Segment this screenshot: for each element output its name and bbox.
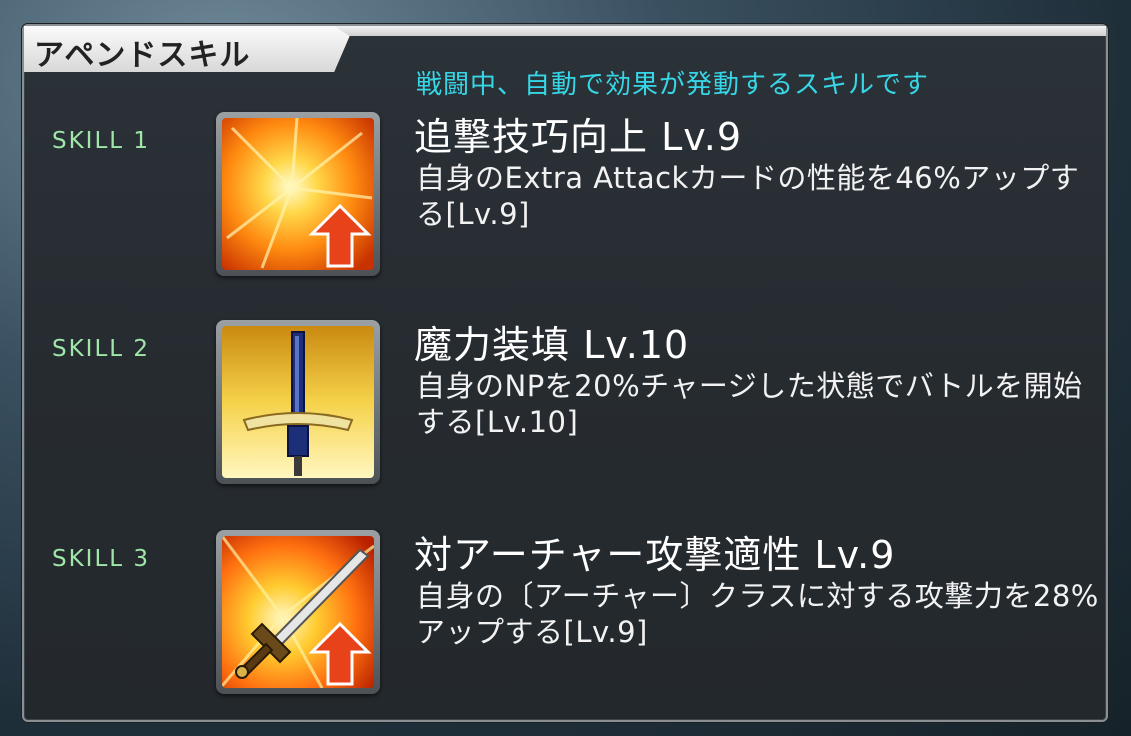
skill-name: 追撃技巧向上 Lv.9 — [414, 115, 743, 159]
header-rule — [334, 26, 1106, 36]
sword-up-icon — [222, 536, 374, 688]
skill-name: 対アーチャー攻撃適性 Lv.9 — [414, 533, 896, 577]
sword-charge-icon — [222, 326, 374, 478]
skill-name: 魔力装填 Lv.10 — [414, 323, 690, 367]
skill-row-3[interactable]: SKILL 3 対アーチャー攻撃適性 Lv.9 自身の〔アーチャー〕クラスに対す… — [24, 530, 1104, 714]
explosion-up-icon — [222, 118, 374, 270]
skill-description: 自身のNPを20%チャージした状態でバトルを開始する[Lv.10] — [416, 369, 1083, 439]
skill-description: 自身のExtra Attackカードの性能を46%アップする[Lv.9] — [416, 161, 1080, 231]
skill-icon-frame[interactable] — [216, 112, 380, 276]
skill-description: 自身の〔アーチャー〕クラスに対する攻撃力を28%アップする[Lv.9] — [416, 579, 1099, 649]
skill-row-1[interactable]: SKILL 1 追撃技巧向上 Lv.9 自身のExtra Attackカードの性… — [24, 112, 1104, 296]
append-skill-panel: アペンドスキル 戦闘中、自動で効果が発動するスキルです SKILL 1 追撃技巧… — [22, 24, 1108, 722]
skill-row-2[interactable]: SKILL 2 魔力装填 Lv.10 自身のNPを20%チャージした状態でバトル… — [24, 320, 1104, 504]
skill-label: SKILL 3 — [52, 546, 151, 572]
panel-subtitle: 戦闘中、自動で効果が発動するスキルです — [416, 70, 930, 100]
skill-icon-frame[interactable] — [216, 530, 380, 694]
skill-label: SKILL 2 — [52, 336, 151, 362]
skill-label: SKILL 1 — [52, 128, 151, 154]
skill-icon-frame[interactable] — [216, 320, 380, 484]
panel-title: アペンドスキル — [34, 38, 251, 73]
